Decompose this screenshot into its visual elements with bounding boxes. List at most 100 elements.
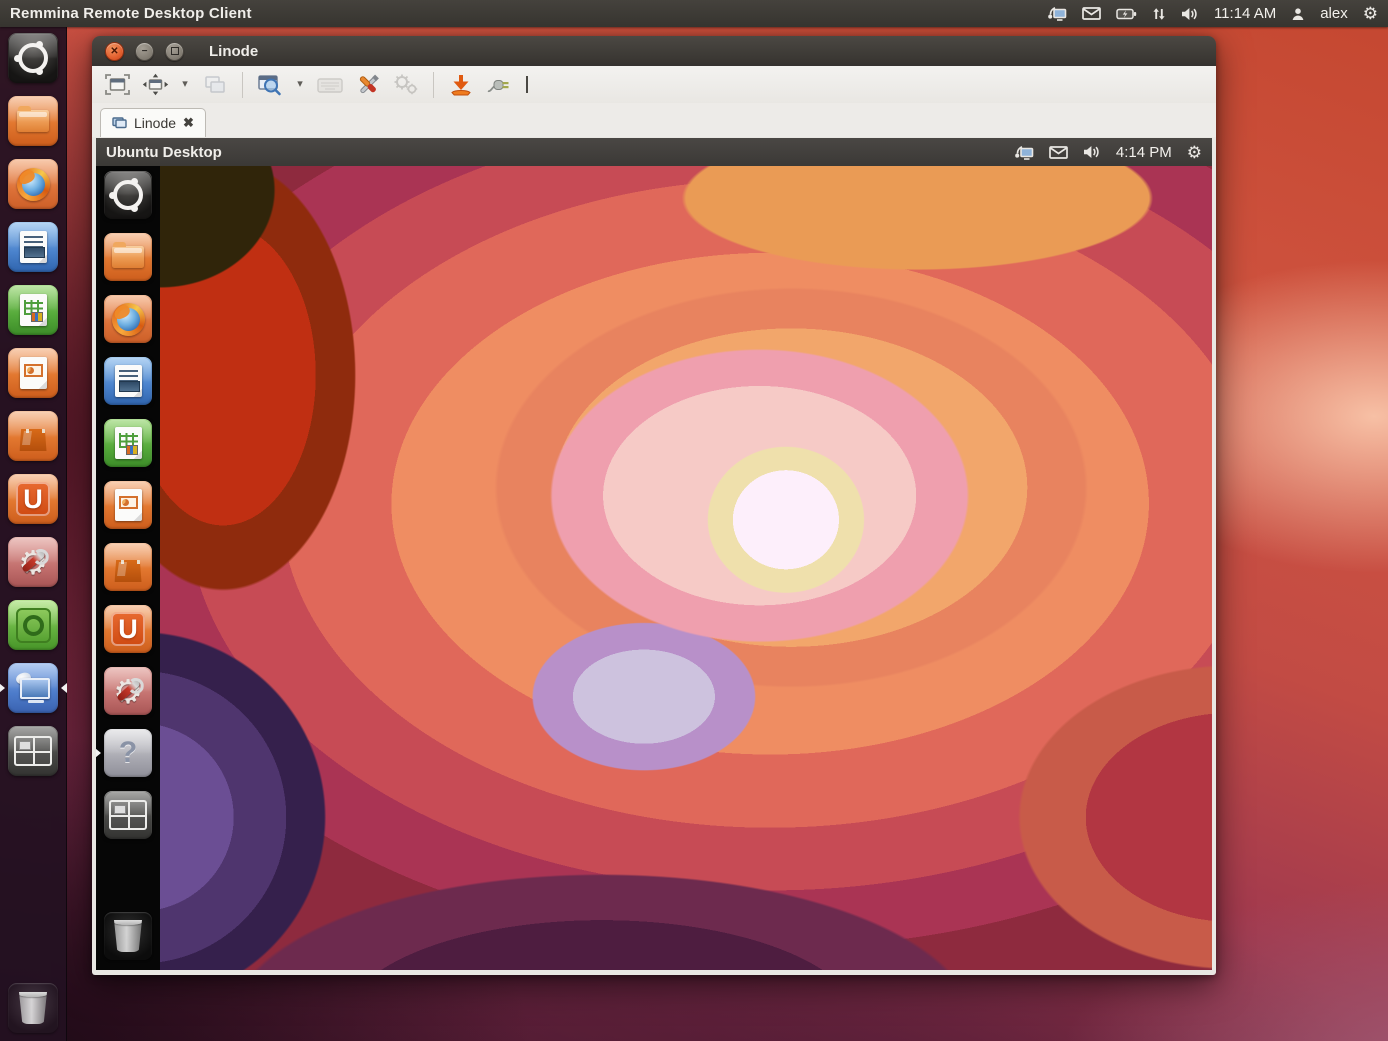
remote-active-app-title: Ubuntu Desktop <box>96 144 222 161</box>
remmina-window: ✕ − Linode ▾ ▾ <box>92 36 1216 975</box>
session-gear-icon[interactable]: ⚙ <box>1363 5 1378 22</box>
workspace-switcher-icon <box>104 791 152 839</box>
minimize-button[interactable]: − <box>135 42 154 61</box>
toolbar-separator <box>242 72 243 98</box>
host-top-panel: Remmina Remote Desktop Client 11:14 AM a… <box>0 0 1388 27</box>
remote-viewport-frame: Ubuntu Desktop 4:14 PM ⚙ <box>92 137 1216 975</box>
remote-clock[interactable]: 4:14 PM <box>1116 144 1172 161</box>
minimize-to-tray-button[interactable] <box>444 70 478 100</box>
tab-linode[interactable]: Linode ✖ <box>100 108 206 137</box>
remote-launcher-item-firefox[interactable] <box>104 295 152 343</box>
running-indicator-arrow <box>96 748 101 758</box>
libreoffice-calc-icon <box>8 285 58 335</box>
host-clock[interactable]: 11:14 AM <box>1214 5 1276 22</box>
host-system-tray: 11:14 AM alex ⚙ <box>1046 5 1388 22</box>
trash-icon <box>8 983 58 1033</box>
disconnect-plug-button[interactable] <box>482 70 516 100</box>
launcher-item-dash-home[interactable] <box>8 33 58 83</box>
remote-launcher-item-home-folder[interactable] <box>104 233 152 281</box>
launcher-item-ubuntu-one[interactable]: U <box>8 474 58 524</box>
battery-icon[interactable] <box>1116 8 1137 20</box>
toolbar-separator <box>433 72 434 98</box>
libreoffice-writer-icon <box>8 222 58 272</box>
window-toolbar: ▾ ▾ <box>92 66 1216 104</box>
fit-window-menu-button[interactable]: ▾ <box>176 70 194 100</box>
remote-launcher: U ⚙ ? <box>96 166 160 970</box>
ubuntu-dash-icon <box>104 171 152 219</box>
scaled-mode-menu-button[interactable]: ▾ <box>291 70 309 100</box>
software-center-icon <box>104 543 152 591</box>
remote-launcher-item-unknown-window[interactable]: ? <box>104 729 152 777</box>
home-folder-icon <box>8 96 58 146</box>
remote-launcher-item-ubuntu-one[interactable]: U <box>104 605 152 653</box>
scaled-mode-button[interactable] <box>253 70 287 100</box>
remote-launcher-item-workspace-switcher[interactable] <box>104 791 152 839</box>
launcher-item-landscape[interactable] <box>8 600 58 650</box>
remote-desktop-indicator-icon[interactable] <box>1046 6 1067 21</box>
remote-system-tray: 4:14 PM ⚙ <box>1013 144 1212 161</box>
ubuntu-one-icon: U <box>8 474 58 524</box>
launcher-item-system-settings[interactable]: ⚙ <box>8 537 58 587</box>
grab-keyboard-button[interactable] <box>313 70 347 100</box>
close-button[interactable]: ✕ <box>105 42 124 61</box>
launcher-item-software-center[interactable] <box>8 411 58 461</box>
launcher-item-trash[interactable] <box>8 983 58 1033</box>
mail-icon[interactable] <box>1082 7 1101 20</box>
remote-screen[interactable]: Ubuntu Desktop 4:14 PM ⚙ <box>96 138 1212 970</box>
switch-tabs-button[interactable] <box>198 70 232 100</box>
host-username[interactable]: alex <box>1320 5 1348 22</box>
remote-launcher-item-dash-home[interactable] <box>104 171 152 219</box>
remote-launcher-item-libreoffice-impress[interactable] <box>104 481 152 529</box>
window-titlebar[interactable]: ✕ − Linode <box>92 36 1216 67</box>
screen: Remmina Remote Desktop Client 11:14 AM a… <box>0 0 1388 1041</box>
running-indicator-arrow <box>0 683 5 693</box>
system-settings-icon: ⚙ <box>104 667 152 715</box>
tab-label: Linode <box>134 115 176 131</box>
system-settings-icon: ⚙ <box>8 537 58 587</box>
libreoffice-writer-icon <box>104 357 152 405</box>
software-center-icon <box>8 411 58 461</box>
launcher-item-remmina[interactable] <box>8 663 58 713</box>
tab-bar: Linode ✖ <box>92 103 1216 138</box>
remote-launcher-item-software-center[interactable] <box>104 543 152 591</box>
remote-desktop-wallpaper[interactable] <box>160 166 1212 970</box>
launcher-item-workspace-switcher[interactable] <box>8 726 58 776</box>
launcher-item-firefox[interactable] <box>8 159 58 209</box>
focused-indicator-arrow <box>61 683 67 693</box>
sync-arrows-icon[interactable] <box>1152 7 1166 21</box>
tab-close-icon[interactable]: ✖ <box>183 115 194 131</box>
session-gear-icon[interactable]: ⚙ <box>1187 144 1202 161</box>
ubuntu-one-icon: U <box>104 605 152 653</box>
volume-icon[interactable] <box>1083 145 1101 159</box>
launcher-item-home-folder[interactable] <box>8 96 58 146</box>
maximize-button[interactable] <box>165 42 184 61</box>
libreoffice-impress-icon <box>104 481 152 529</box>
plugins-gears-button[interactable] <box>389 70 423 100</box>
launcher-item-libreoffice-writer[interactable] <box>8 222 58 272</box>
firefox-icon <box>104 295 152 343</box>
fullscreen-button[interactable] <box>100 70 134 100</box>
remote-launcher-item-libreoffice-writer[interactable] <box>104 357 152 405</box>
launcher-item-libreoffice-calc[interactable] <box>8 285 58 335</box>
mail-icon[interactable] <box>1049 146 1068 159</box>
tab-monitor-icon <box>112 117 127 129</box>
user-icon <box>1291 7 1305 21</box>
remote-desktop-indicator-icon[interactable] <box>1013 145 1034 160</box>
volume-icon[interactable] <box>1181 7 1199 21</box>
unknown-app-icon: ? <box>104 729 152 777</box>
libreoffice-calc-icon <box>104 419 152 467</box>
tools-button[interactable] <box>351 70 385 100</box>
remote-launcher-item-libreoffice-calc[interactable] <box>104 419 152 467</box>
host-active-app-title: Remmina Remote Desktop Client <box>0 5 252 22</box>
launcher-item-libreoffice-impress[interactable] <box>8 348 58 398</box>
remote-launcher-item-system-settings[interactable]: ⚙ <box>104 667 152 715</box>
firefox-icon <box>8 159 58 209</box>
trash-icon <box>104 912 152 960</box>
text-caret <box>526 76 528 93</box>
remote-launcher-item-trash[interactable] <box>104 912 152 960</box>
fit-window-button[interactable] <box>138 70 172 100</box>
landscape-client-icon <box>8 600 58 650</box>
home-folder-icon <box>104 233 152 281</box>
window-title: Linode <box>209 43 258 60</box>
libreoffice-impress-icon <box>8 348 58 398</box>
